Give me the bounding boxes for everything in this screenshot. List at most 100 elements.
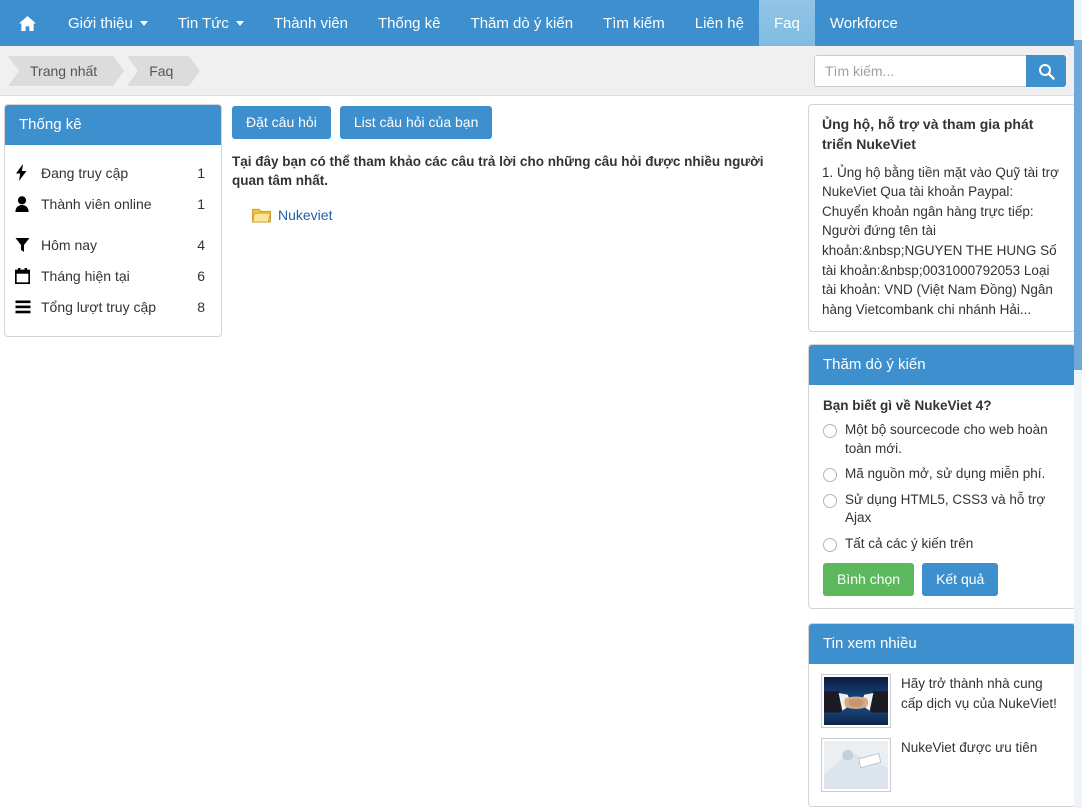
poll-option-label: Một bộ sourcecode cho web hoàn toàn mới. <box>845 422 1048 456</box>
stat-label: Tổng lượt truy cập <box>41 298 157 315</box>
news-item-title: Hãy trở thành nhà cung cấp dịch vụ của N… <box>901 675 1057 711</box>
calendar-icon <box>15 267 41 284</box>
breadcrumb: Trang nhất Faq <box>0 55 203 86</box>
news-item[interactable]: Hãy trở thành nhà cung cấp dịch vụ của N… <box>821 673 1063 728</box>
popular-news-list: Hãy trở thành nhà cung cấp dịch vụ của N… <box>809 664 1075 806</box>
poll-option-3[interactable]: Sử dụng HTML5, CSS3 và hỗ trợ Ajax <box>823 491 1061 528</box>
statistics-panel-title: Thống kê <box>5 105 221 145</box>
breadcrumb-label: Faq <box>149 62 174 79</box>
stat-row-today: Hôm nay 4 <box>15 229 211 260</box>
stat-row-members-online: Thành viên online 1 <box>15 188 211 219</box>
poll-actions: Bình chọn Kết quả <box>823 563 1061 596</box>
nav-item-tim-kiem[interactable]: Tìm kiếm <box>588 0 680 46</box>
nav-home-link[interactable] <box>0 0 53 46</box>
support-panel-text: 1. Ủng hộ bằng tiền mặt vào Quỹ tài trợ … <box>822 164 1059 317</box>
stat-row-this-month: Tháng hiện tại 6 <box>15 260 211 291</box>
breadcrumb-item-home[interactable]: Trang nhất <box>8 55 125 86</box>
nav-item-thong-ke[interactable]: Thống kê <box>363 0 456 46</box>
chevron-down-icon <box>139 20 148 26</box>
poll-option-1[interactable]: Một bộ sourcecode cho web hoàn toàn mới. <box>823 421 1061 458</box>
poll-option-2[interactable]: Mã nguồn mở, sử dụng miễn phí. <box>823 465 1061 483</box>
radio-button[interactable] <box>823 537 837 552</box>
breadcrumb-item-faq[interactable]: Faq <box>127 55 201 86</box>
poll-panel-title: Thăm dò ý kiến <box>809 345 1075 386</box>
list-your-questions-button[interactable]: List câu hỏi của bạn <box>339 106 493 139</box>
folder-icon <box>252 208 271 223</box>
nav-label: Workforce <box>829 14 898 32</box>
breadcrumb-label: Trang nhất <box>30 62 98 79</box>
nav-item-lien-he[interactable]: Liên hệ <box>680 0 759 46</box>
nav-label: Liên hệ <box>694 14 744 32</box>
stat-value: 8 <box>197 298 205 315</box>
handshake-photo <box>824 676 888 725</box>
radio-button[interactable] <box>823 424 837 439</box>
support-panel-title: Ủng hộ, hỗ trợ và tham gia phát triển Nu… <box>822 116 1034 152</box>
poll-question: Bạn biết gì về NukeViet 4? <box>823 398 992 414</box>
stat-value: 1 <box>197 164 205 181</box>
stat-label: Thành viên online <box>41 195 152 212</box>
nav-label: Giới thiệu <box>68 14 133 32</box>
nav-item-tham-do-y-kien[interactable]: Thăm dò ý kiến <box>456 0 589 46</box>
news-thumbnail <box>821 737 891 792</box>
nav-item-gioi-thieu[interactable]: Giới thiệu <box>53 0 163 46</box>
radio-button[interactable] <box>823 493 837 508</box>
search-icon <box>1038 63 1055 80</box>
stat-label: Tháng hiện tại <box>41 267 130 284</box>
faq-category-link[interactable]: Nukeviet <box>278 207 332 223</box>
question-actions: Đặt câu hỏi List câu hỏi của bạn <box>232 106 800 139</box>
nav-label: Tin Tức <box>177 14 229 32</box>
page-body: Thống kê Đang truy cập 1 Thành viên onli… <box>0 96 1082 808</box>
faq-intro-text: Tại đây bạn có thể tham khảo các câu trả… <box>232 153 764 189</box>
bolt-icon <box>15 164 41 181</box>
poll-option-label: Tất cả các ý kiến trên <box>845 535 974 551</box>
popular-news-panel: Tin xem nhiều Hãy trở thành nhà cung cấp… <box>808 622 1076 807</box>
stat-row-online-visitors: Đang truy cập 1 <box>15 157 211 188</box>
poll-option-label: Sử dụng HTML5, CSS3 và hỗ trợ Ajax <box>845 491 1046 526</box>
statistics-list: Đang truy cập 1 Thành viên online 1 Hôm … <box>5 145 221 336</box>
scrollbar-thumb[interactable] <box>1074 40 1082 370</box>
poll-option-label: Mã nguồn mở, sử dụng miễn phí. <box>845 466 1046 482</box>
stat-value: 6 <box>197 267 205 284</box>
nav-label: Thăm dò ý kiến <box>470 14 574 32</box>
funnel-icon <box>15 237 41 253</box>
news-item[interactable]: NukeViet được ưu tiên <box>821 737 1063 792</box>
popular-news-title: Tin xem nhiều <box>809 623 1075 664</box>
user-icon <box>15 195 41 212</box>
news-thumbnail <box>821 673 891 728</box>
stat-value: 1 <box>197 195 205 212</box>
poll-body: Bạn biết gì về NukeViet 4? Một bộ source… <box>809 385 1075 608</box>
page-scrollbar[interactable] <box>1074 0 1082 808</box>
stat-value: 4 <box>197 236 205 253</box>
statistics-panel: Thống kê Đang truy cập 1 Thành viên onli… <box>4 104 222 337</box>
bars-icon <box>15 300 41 314</box>
main-content: Đặt câu hỏi List câu hỏi của bạn Tại đây… <box>222 104 808 223</box>
news-item-title: NukeViet được ưu tiên <box>901 739 1038 755</box>
nav-label: Faq <box>773 14 800 32</box>
home-icon <box>19 15 36 31</box>
nav-item-faq[interactable]: Faq <box>758 0 815 46</box>
nav-label: Thống kê <box>377 14 441 32</box>
search-box <box>814 55 1066 87</box>
right-sidebar: Ủng hộ, hỗ trợ và tham gia phát triển Nu… <box>808 104 1076 807</box>
vote-button[interactable]: Bình chọn <box>823 563 915 596</box>
document-photo <box>824 740 888 789</box>
poll-panel: Thăm dò ý kiến Bạn biết gì về NukeViet 4… <box>808 344 1076 609</box>
ask-question-button[interactable]: Đặt câu hỏi <box>232 106 331 139</box>
breadcrumb-bar: Trang nhất Faq <box>0 46 1082 96</box>
main-navigation: Giới thiệu Tin Tức Thành viên Thống kê T… <box>0 0 1082 46</box>
poll-result-button[interactable]: Kết quả <box>922 563 999 596</box>
nav-item-tin-tuc[interactable]: Tin Tức <box>163 0 259 46</box>
left-sidebar: Thống kê Đang truy cập 1 Thành viên onli… <box>4 104 222 337</box>
nav-item-workforce[interactable]: Workforce <box>815 0 913 46</box>
radio-button[interactable] <box>823 468 837 483</box>
nav-item-thanh-vien[interactable]: Thành viên <box>259 0 363 46</box>
nav-label: Thành viên <box>273 14 348 32</box>
chevron-down-icon <box>235 20 244 26</box>
support-panel: Ủng hộ, hỗ trợ và tham gia phát triển Nu… <box>808 104 1076 333</box>
search-input[interactable] <box>814 55 1026 87</box>
faq-category-item[interactable]: Nukeviet <box>252 207 800 223</box>
stat-label: Hôm nay <box>41 236 98 253</box>
stat-row-total-visits: Tổng lượt truy cập 8 <box>15 291 211 322</box>
poll-option-4[interactable]: Tất cả các ý kiến trên <box>823 535 1061 553</box>
search-button[interactable] <box>1026 55 1066 87</box>
